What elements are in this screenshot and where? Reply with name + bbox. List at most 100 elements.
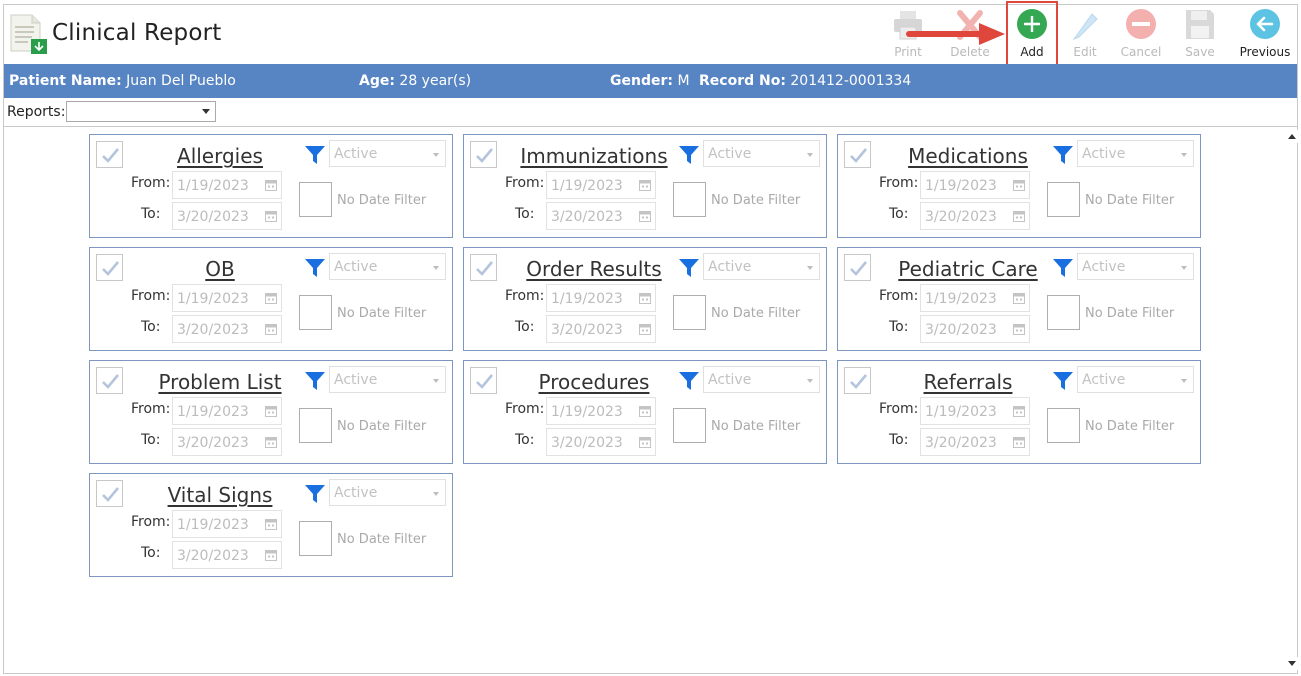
calendar-icon[interactable] (265, 210, 277, 222)
include-checkbox[interactable] (96, 480, 123, 507)
category-title[interactable]: Problem List (130, 370, 310, 394)
from-date-input[interactable]: 1/19/2023 (172, 284, 282, 312)
calendar-icon[interactable] (1013, 210, 1025, 222)
category-title[interactable]: Procedures (504, 370, 684, 394)
calendar-icon[interactable] (265, 292, 277, 304)
status-dropdown[interactable]: Active (329, 140, 446, 167)
include-checkbox[interactable] (844, 254, 871, 281)
from-date-input[interactable]: 1/19/2023 (172, 171, 282, 199)
calendar-icon[interactable] (1013, 292, 1025, 304)
calendar-icon[interactable] (265, 323, 277, 335)
filter-funnel-icon[interactable] (1052, 257, 1074, 279)
status-dropdown[interactable]: Active (703, 140, 820, 167)
no-date-filter-checkbox[interactable] (1047, 295, 1080, 330)
scroll-down-button[interactable] (1285, 657, 1298, 670)
calendar-icon[interactable] (1013, 323, 1025, 335)
calendar-icon[interactable] (1013, 405, 1025, 417)
save-button[interactable]: Save (1172, 8, 1228, 62)
calendar-icon[interactable] (639, 210, 651, 222)
include-checkbox[interactable] (96, 141, 123, 168)
status-dropdown[interactable]: Active (329, 479, 446, 506)
include-checkbox[interactable] (470, 367, 497, 394)
to-date-input[interactable]: 3/20/2023 (546, 202, 656, 230)
filter-funnel-icon[interactable] (304, 144, 326, 166)
to-date-input[interactable]: 3/20/2023 (172, 202, 282, 230)
filter-funnel-icon[interactable] (678, 257, 700, 279)
no-date-filter-checkbox[interactable] (299, 408, 332, 443)
category-title[interactable]: Medications (878, 144, 1058, 168)
calendar-icon[interactable] (265, 518, 277, 530)
no-date-filter-checkbox[interactable] (673, 408, 706, 443)
status-dropdown[interactable]: Active (329, 366, 446, 393)
to-date-input[interactable]: 3/20/2023 (546, 428, 656, 456)
from-date-input[interactable]: 1/19/2023 (920, 171, 1030, 199)
from-date-input[interactable]: 1/19/2023 (546, 284, 656, 312)
filter-funnel-icon[interactable] (1052, 144, 1074, 166)
filter-funnel-icon[interactable] (304, 257, 326, 279)
to-date-input[interactable]: 3/20/2023 (172, 315, 282, 343)
from-date-value: 1/19/2023 (177, 517, 249, 533)
category-title[interactable]: OB (130, 257, 310, 281)
include-checkbox[interactable] (96, 254, 123, 281)
status-dropdown[interactable]: Active (1077, 366, 1194, 393)
category-title[interactable]: Allergies (130, 144, 310, 168)
status-dropdown[interactable]: Active (703, 253, 820, 280)
chevron-down-icon (807, 379, 813, 383)
status-dropdown[interactable]: Active (1077, 140, 1194, 167)
from-date-input[interactable]: 1/19/2023 (172, 510, 282, 538)
status-dropdown[interactable]: Active (1077, 253, 1194, 280)
no-date-filter-checkbox[interactable] (299, 521, 332, 556)
calendar-icon[interactable] (265, 549, 277, 561)
filter-funnel-icon[interactable] (304, 370, 326, 392)
calendar-icon[interactable] (265, 436, 277, 448)
filter-funnel-icon[interactable] (678, 370, 700, 392)
no-date-filter-checkbox[interactable] (1047, 408, 1080, 443)
to-date-input[interactable]: 3/20/2023 (546, 315, 656, 343)
calendar-icon[interactable] (639, 405, 651, 417)
calendar-icon[interactable] (1013, 179, 1025, 191)
category-title[interactable]: Referrals (878, 370, 1058, 394)
no-date-filter-checkbox[interactable] (299, 295, 332, 330)
reports-dropdown[interactable] (66, 101, 216, 122)
calendar-icon[interactable] (639, 323, 651, 335)
include-checkbox[interactable] (844, 367, 871, 394)
filter-funnel-icon[interactable] (1052, 370, 1074, 392)
to-date-input[interactable]: 3/20/2023 (920, 202, 1030, 230)
to-date-input[interactable]: 3/20/2023 (920, 315, 1030, 343)
status-dropdown[interactable]: Active (329, 253, 446, 280)
edit-button[interactable]: Edit (1057, 8, 1113, 62)
no-date-filter-checkbox[interactable] (1047, 182, 1080, 217)
filter-funnel-icon[interactable] (678, 144, 700, 166)
from-date-input[interactable]: 1/19/2023 (546, 171, 656, 199)
to-date-input[interactable]: 3/20/2023 (172, 428, 282, 456)
include-checkbox[interactable] (470, 254, 497, 281)
include-checkbox[interactable] (96, 367, 123, 394)
no-date-filter-checkbox[interactable] (673, 295, 706, 330)
calendar-icon[interactable] (265, 179, 277, 191)
filter-funnel-icon[interactable] (304, 483, 326, 505)
from-date-input[interactable]: 1/19/2023 (546, 397, 656, 425)
include-checkbox[interactable] (470, 141, 497, 168)
cancel-button[interactable]: Cancel (1113, 8, 1169, 62)
to-date-input[interactable]: 3/20/2023 (920, 428, 1030, 456)
add-button[interactable]: Add (1004, 8, 1060, 62)
to-date-input[interactable]: 3/20/2023 (172, 541, 282, 569)
no-date-filter-checkbox[interactable] (673, 182, 706, 217)
category-title[interactable]: Vital Signs (130, 483, 310, 507)
previous-button[interactable]: Previous (1237, 8, 1293, 62)
calendar-icon[interactable] (639, 436, 651, 448)
from-date-input[interactable]: 1/19/2023 (172, 397, 282, 425)
from-date-input[interactable]: 1/19/2023 (920, 397, 1030, 425)
from-date-input[interactable]: 1/19/2023 (920, 284, 1030, 312)
calendar-icon[interactable] (639, 179, 651, 191)
calendar-icon[interactable] (639, 292, 651, 304)
category-title[interactable]: Pediatric Care (878, 257, 1058, 281)
category-title[interactable]: Immunizations (504, 144, 684, 168)
calendar-icon[interactable] (265, 405, 277, 417)
calendar-icon[interactable] (1013, 436, 1025, 448)
status-dropdown[interactable]: Active (703, 366, 820, 393)
scroll-up-button[interactable] (1285, 130, 1298, 143)
no-date-filter-checkbox[interactable] (299, 182, 332, 217)
category-title[interactable]: Order Results (504, 257, 684, 281)
include-checkbox[interactable] (844, 141, 871, 168)
